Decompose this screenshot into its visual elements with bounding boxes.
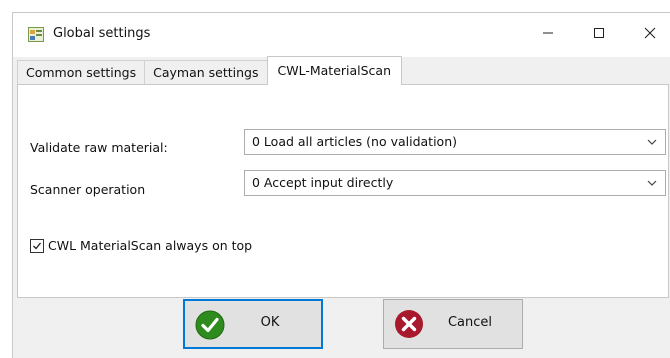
validate-raw-material-label: Validate raw material: xyxy=(30,140,168,155)
always-on-top-option[interactable]: CWL MaterialScan always on top xyxy=(30,238,252,253)
always-on-top-label: CWL MaterialScan always on top xyxy=(48,238,253,253)
tab-cayman-settings[interactable]: Cayman settings xyxy=(144,60,268,85)
app-icon xyxy=(28,27,44,42)
minimize-button[interactable] xyxy=(525,13,571,53)
validate-raw-material-dropdown[interactable]: 0 Load all articles (no validation) xyxy=(244,129,666,155)
ok-button-label: OK xyxy=(260,315,280,330)
tab-panel-cwl-materialscan: Validate raw material: 0 Load all articl… xyxy=(17,84,669,298)
chevron-down-icon xyxy=(647,139,657,145)
checkmark-icon xyxy=(33,242,42,249)
always-on-top-checkbox[interactable] xyxy=(30,238,44,253)
window-title: Global settings xyxy=(53,26,151,41)
tab-strip: Common settings Cayman settings CWL-Mate… xyxy=(17,56,403,85)
tab-cwl-materialscan[interactable]: CWL-MaterialScan xyxy=(266,56,403,85)
minimize-icon xyxy=(543,32,553,34)
scanner-operation-dropdown[interactable]: 0 Accept input directly xyxy=(244,170,666,196)
cancel-button-label: Cancel xyxy=(447,315,493,330)
chevron-down-icon xyxy=(647,180,657,186)
close-icon xyxy=(644,27,656,39)
close-button[interactable] xyxy=(627,13,670,53)
scanner-operation-label: Scanner operation xyxy=(30,182,146,197)
validate-raw-material-value: 0 Load all articles (no validation) xyxy=(252,134,457,149)
global-settings-window: Global settings Common settings Cayman s… xyxy=(12,12,670,358)
cancel-button[interactable]: Cancel xyxy=(383,299,523,349)
ok-button[interactable]: OK xyxy=(183,299,323,349)
maximize-icon xyxy=(594,28,604,38)
tab-common-settings[interactable]: Common settings xyxy=(17,60,146,85)
title-bar[interactable]: Global settings xyxy=(13,13,670,57)
maximize-button[interactable] xyxy=(576,13,622,53)
scanner-operation-value: 0 Accept input directly xyxy=(252,175,394,190)
